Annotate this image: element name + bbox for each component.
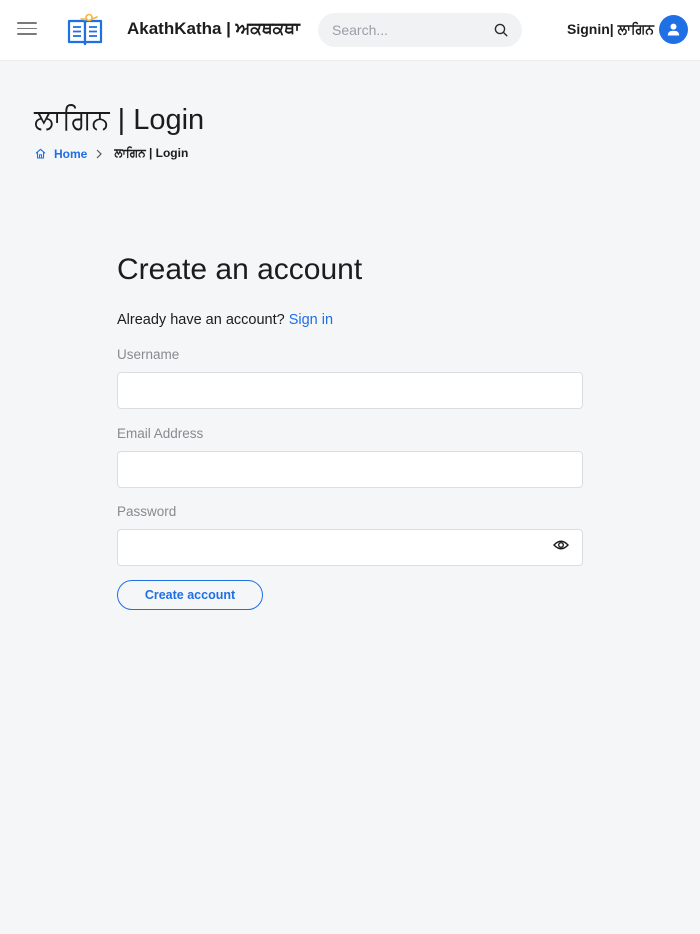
breadcrumb-home-link[interactable]: Home xyxy=(54,147,87,161)
signin-link-form[interactable]: Sign in xyxy=(289,312,333,328)
email-input[interactable] xyxy=(117,451,583,488)
breadcrumb-current: ਲਾਗਿਨ | Login xyxy=(114,146,189,160)
user-avatar-button[interactable] xyxy=(659,15,688,44)
search-input[interactable] xyxy=(332,13,492,47)
breadcrumb: Home ਲਾਗਿਨ | Login xyxy=(35,146,188,161)
top-header: AkathKatha | ਅਕਥਕਥਾ Signin| ਲਾਗਿਨ xyxy=(0,0,700,61)
form-title: Create an account xyxy=(117,253,363,286)
home-icon xyxy=(35,148,46,159)
password-input[interactable] xyxy=(117,529,583,566)
site-brand[interactable]: AkathKatha | ਅਕਥਕਥਾ xyxy=(127,19,300,39)
user-icon xyxy=(667,23,680,36)
email-label: Email Address xyxy=(117,426,204,441)
signin-link[interactable]: Signin| ਲਾਗਿਨ xyxy=(567,21,654,38)
hamburger-icon[interactable] xyxy=(17,22,37,38)
signin-prompt: Already have an account? Sign in xyxy=(117,312,333,328)
password-label: Password xyxy=(117,504,177,519)
page-title: ਲਾਗਿਨ | Login xyxy=(34,104,205,136)
username-input[interactable] xyxy=(117,372,583,409)
open-book-icon[interactable] xyxy=(66,13,104,47)
eye-icon[interactable] xyxy=(553,538,569,552)
search-icon[interactable] xyxy=(494,23,508,37)
create-account-button[interactable]: Create account xyxy=(117,580,263,610)
username-label: Username xyxy=(117,347,180,362)
search-box xyxy=(318,13,522,47)
signin-prompt-text: Already have an account? xyxy=(117,312,285,328)
chevron-right-icon xyxy=(96,149,103,158)
